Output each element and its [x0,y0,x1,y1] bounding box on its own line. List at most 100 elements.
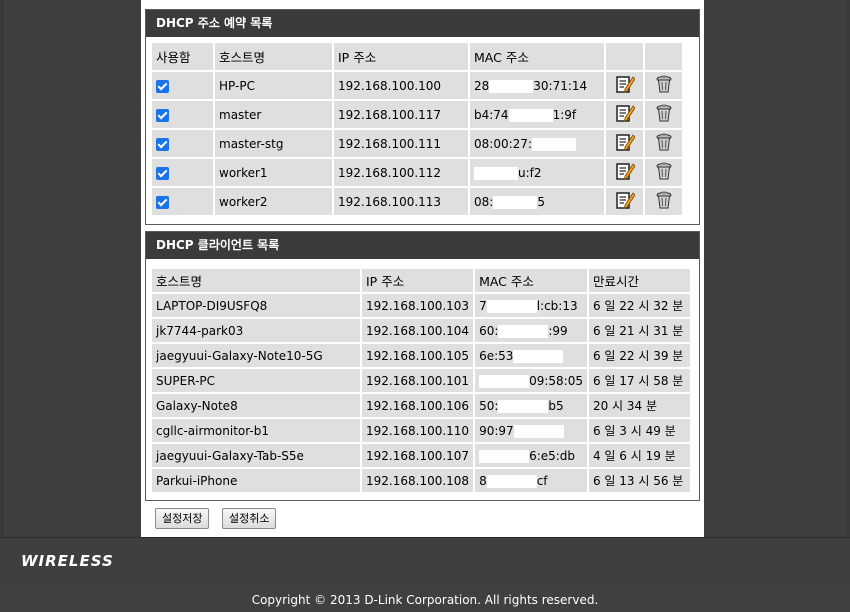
edit-icon[interactable] [615,74,635,94]
col-mac: MAC 주소 [470,43,604,70]
redaction-mark [474,166,518,180]
clients-table: 호스트명 IP 주소 MAC 주소 만료시간 LAPTOP-DI9USFQ8 1… [150,267,692,494]
host-cell: jaegyuui-Galaxy-Note10-5G [152,344,360,367]
redaction-mark [479,449,530,463]
redaction-mark [498,399,549,413]
ip-cell: 192.168.100.104 [362,319,474,342]
reservation-section: DHCP 주소 예약 목록 사용함 호스트명 IP 주소 MAC 주소 HP-P… [145,9,700,225]
edit-icon[interactable] [615,190,635,210]
cancel-button[interactable]: 설정취소 [222,508,277,529]
col-delete [645,43,682,70]
trash-icon[interactable] [654,190,674,210]
delete-cell [645,101,682,128]
clients-title: DHCP 클라이언트 목록 [146,232,699,259]
mac-cell: 09:58:05 [475,369,587,392]
trash-icon[interactable] [654,161,674,181]
ip-cell: 192.168.100.107 [362,444,474,467]
edit-icon[interactable] [615,132,635,152]
enable-checkbox[interactable] [156,108,169,122]
col-mac: MAC 주소 [475,269,587,292]
mac-cell: 28 30:71:14 [470,72,604,99]
mac-suffix: 5 [537,194,545,209]
reservation-table: 사용함 호스트명 IP 주소 MAC 주소 HP-PC 192.168.100.… [150,41,684,217]
expire-cell: 6 일 17 시 58 분 [588,369,690,392]
mac-suffix: :99 [548,323,568,338]
redaction-mark [493,195,538,209]
mac-prefix: 7 [479,298,487,313]
redaction-mark [498,324,549,338]
reservation-row: master 192.168.100.117 b4:74 1:9f [152,101,682,128]
expire-cell: 20 시 34 분 [588,394,690,417]
edit-icon[interactable] [615,103,635,123]
expire-cell: 4 일 6 시 19 분 [588,444,690,467]
reservation-row: HP-PC 192.168.100.100 28 30:71:14 [152,72,682,99]
ip-cell: 192.168.100.117 [334,101,468,128]
mac-suffix: 09:58:05 [529,373,583,388]
reservation-header-row: 사용함 호스트명 IP 주소 MAC 주소 [152,43,682,70]
ip-cell: 192.168.100.103 [362,294,474,317]
trash-icon[interactable] [654,132,674,152]
delete-cell [645,72,682,99]
col-host: 호스트명 [152,269,360,292]
host-cell: master-stg [215,130,332,157]
mac-cell: 8 cf [475,469,587,492]
mac-cell: 60: :99 [475,319,587,342]
mac-cell: 50: b5 [475,394,587,417]
mac-cell: b4:74 1:9f [470,101,604,128]
client-row: Parkui-iPhone 192.168.100.108 8 cf 6 일 13… [152,469,690,492]
mac-cell: u:f2 [470,159,604,186]
edit-cell [606,159,643,186]
clients-section: DHCP 클라이언트 목록 호스트명 IP 주소 MAC 주소 만료시간 LAP… [145,231,700,501]
footer: Copyright © 2013 D-Link Corporation. All… [0,583,850,612]
enable-checkbox[interactable] [156,137,169,151]
redaction-mark [508,108,553,122]
mac-prefix: 60: [479,323,499,338]
mac-prefix: 08:00:27: [474,136,532,151]
redaction-mark [479,374,530,388]
redaction-mark [513,424,564,438]
ip-cell: 192.168.100.111 [334,130,468,157]
save-button[interactable]: 설정저장 [155,508,210,529]
col-enable: 사용함 [152,43,213,70]
client-row: SUPER-PC 192.168.100.101 09:58:05 6 일 17… [152,369,690,392]
trash-icon[interactable] [654,103,674,123]
redaction-mark [486,474,537,488]
client-row: LAPTOP-DI9USFQ8 192.168.100.103 7 l:cb:13… [152,294,690,317]
ip-cell: 192.168.100.108 [362,469,474,492]
reservation-row: master-stg 192.168.100.111 08:00:27: [152,130,682,157]
ip-cell: 192.168.100.100 [334,72,468,99]
mac-cell: 08:00:27: [470,130,604,157]
content-panel: DHCP 주소 예약 목록 사용함 호스트명 IP 주소 MAC 주소 HP-P… [141,0,704,537]
reservation-title: DHCP 주소 예약 목록 [146,10,699,37]
clients-header-row: 호스트명 IP 주소 MAC 주소 만료시간 [152,269,690,292]
edit-icon[interactable] [615,161,635,181]
host-cell: LAPTOP-DI9USFQ8 [152,294,360,317]
redaction-mark [489,79,534,93]
client-row: jk7744-park03 192.168.100.104 60::99 6 일… [152,319,690,342]
ip-cell: 192.168.100.105 [362,344,474,367]
enable-checkbox[interactable] [156,195,169,209]
reservation-row: worker1 192.168.100.112 u:f2 [152,159,682,186]
mac-prefix: 50: [479,398,499,413]
mac-suffix: u:f2 [518,165,542,180]
enable-checkbox[interactable] [156,166,169,180]
ip-cell: 192.168.100.110 [362,419,474,442]
redaction-mark [513,349,564,363]
mac-cell: 6:e5:db [475,444,587,467]
mac-prefix: 6e:53 [479,348,514,363]
mac-suffix: 1:9f [552,107,577,122]
delete-cell [645,130,682,157]
enable-cell [152,130,213,157]
enable-checkbox[interactable] [156,79,169,93]
enable-cell [152,188,213,215]
expire-cell: 6 일 3 시 49 분 [588,419,690,442]
mac-cell: 08: 5 [470,188,604,215]
trash-icon[interactable] [654,74,674,94]
host-cell: cgllc-airmonitor-b1 [152,419,360,442]
client-row: jaegyuui-Galaxy-Note10-5G 192.168.100.10… [152,344,690,367]
reservation-row: worker2 192.168.100.113 08: 5 [152,188,682,215]
mac-prefix: 28 [474,78,490,93]
client-row: jaegyuui-Galaxy-Tab-S5e 192.168.100.107 … [152,444,690,467]
enable-cell [152,72,213,99]
col-host: 호스트명 [215,43,332,70]
